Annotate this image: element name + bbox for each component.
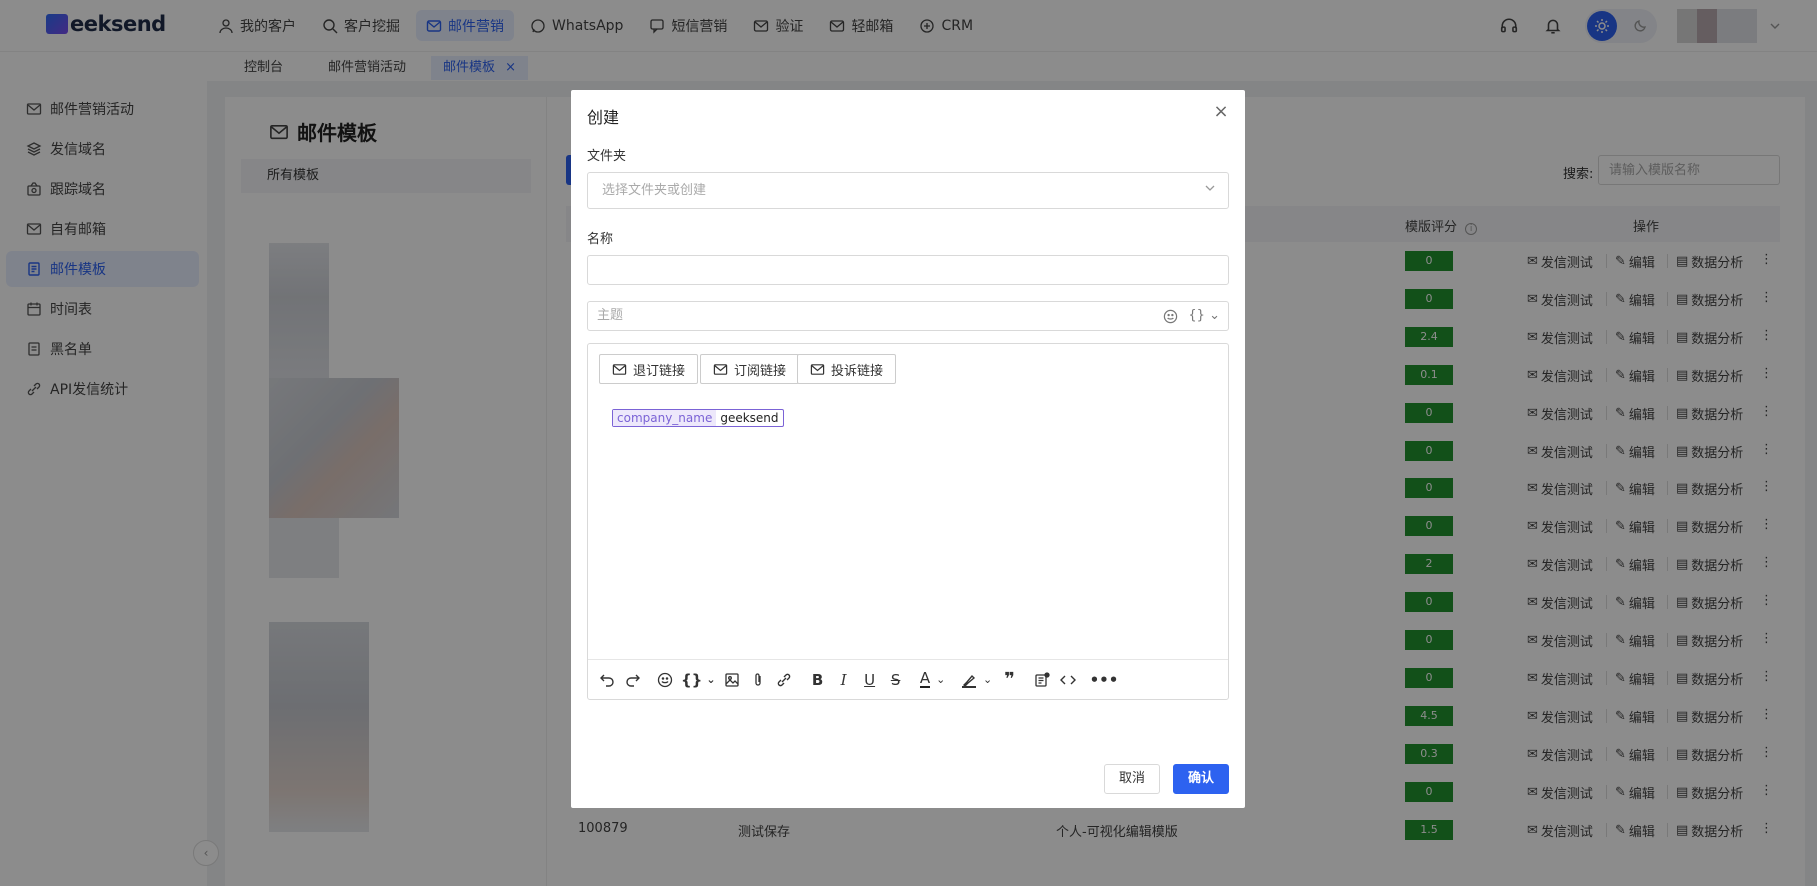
editor-toolbar: {} ⌄ B I U S A ⌄ ⌄ ❞ ••• — [588, 659, 1228, 699]
link-icon[interactable] — [771, 666, 797, 694]
name-input[interactable] — [587, 255, 1229, 285]
complaint-mail-icon — [810, 363, 825, 375]
cancel-button[interactable]: 取消 — [1104, 764, 1161, 794]
merge-tag-value: geeksend — [720, 411, 779, 425]
emoji-icon[interactable] — [1163, 302, 1178, 335]
template-insert-icon[interactable] — [1029, 666, 1055, 694]
unsubscribe-link-button[interactable]: 退订链接 — [599, 354, 699, 384]
merge-tag-key: company_name — [613, 410, 717, 426]
unsubscribe-mail-icon — [612, 363, 627, 375]
folder-label: 文件夹 — [587, 149, 627, 164]
complaint-link-button[interactable]: 投诉链接 — [797, 354, 897, 384]
emoji-icon[interactable] — [652, 666, 678, 694]
variable-icon: {} — [1188, 308, 1205, 323]
subject-placeholder: 主题 — [597, 308, 624, 323]
more-icon[interactable]: ••• — [1087, 666, 1122, 694]
undo-icon[interactable] — [594, 666, 620, 694]
chevron-down-icon: ⌄ — [1209, 308, 1220, 323]
folder-select[interactable]: 选择文件夹或创建 — [587, 172, 1229, 209]
dialog-title: 创建 — [587, 108, 620, 127]
name-label: 名称 — [587, 232, 614, 247]
link-button-label: 订阅链接 — [734, 363, 787, 379]
strikethrough-icon[interactable]: S — [883, 666, 909, 694]
font-color-icon[interactable]: A ⌄ — [913, 666, 953, 694]
link-button-label: 退订链接 — [633, 363, 686, 379]
redo-icon[interactable] — [620, 666, 646, 694]
folder-select-placeholder: 选择文件夹或创建 — [602, 183, 707, 198]
chevron-down-icon: ⌄ — [936, 673, 946, 686]
create-template-dialog: 创建 × 文件夹 选择文件夹或创建 名称 主题 {} ⌄ 退订链接 订阅链接 投… — [571, 90, 1245, 808]
chevron-down-icon: ⌄ — [706, 673, 716, 686]
bold-icon[interactable]: B — [805, 666, 831, 694]
quote-icon[interactable]: ❞ — [997, 666, 1023, 694]
variable-icon[interactable]: {} ⌄ — [678, 666, 719, 694]
merge-tag-token[interactable]: company_name geeksend — [612, 409, 784, 427]
link-button-label: 投诉链接 — [831, 363, 884, 379]
close-icon[interactable]: × — [1211, 102, 1231, 122]
code-icon[interactable] — [1055, 666, 1081, 694]
chevron-down-icon — [1204, 173, 1216, 208]
email-body-editor[interactable]: 退订链接 订阅链接 投诉链接 company_name geeksend {} ⌄… — [587, 343, 1229, 700]
variable-insert-button[interactable]: {} ⌄ — [1188, 302, 1220, 335]
chevron-down-icon: ⌄ — [982, 673, 993, 686]
image-icon[interactable] — [719, 666, 745, 694]
highlight-icon[interactable]: ⌄ — [957, 666, 997, 694]
subscribe-mail-icon — [713, 363, 728, 375]
italic-icon[interactable]: I — [831, 666, 857, 694]
subject-input[interactable]: 主题 {} ⌄ — [587, 301, 1229, 331]
underline-icon[interactable]: U — [857, 666, 883, 694]
subscribe-link-button[interactable]: 订阅链接 — [700, 354, 800, 384]
attachment-icon[interactable] — [745, 666, 771, 694]
confirm-button[interactable]: 确认 — [1173, 764, 1230, 794]
